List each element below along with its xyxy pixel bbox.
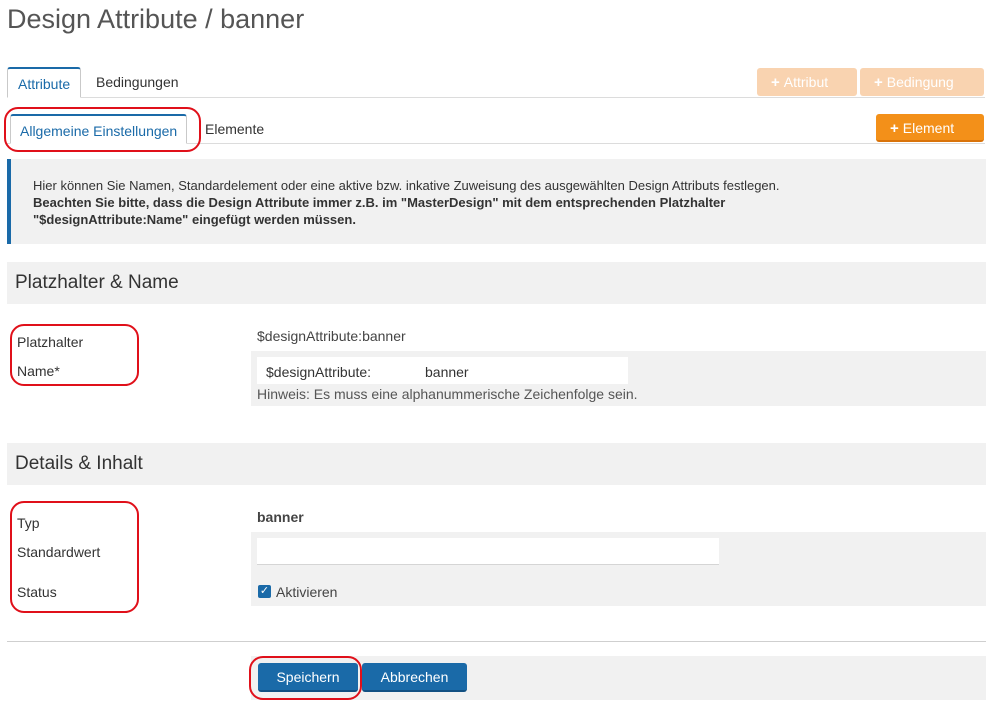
add-element-button[interactable]: + Element bbox=[876, 114, 984, 142]
add-element-label: Element bbox=[902, 120, 955, 136]
annotation-labels-highlight bbox=[10, 324, 139, 386]
section-platzhalter-name-header: Platzhalter & Name bbox=[7, 262, 986, 304]
annotation-subtab-highlight bbox=[4, 107, 201, 152]
section-details-inhalt-header: Details & Inhalt bbox=[7, 443, 986, 485]
add-attribut-button[interactable]: + Attribut bbox=[757, 68, 857, 96]
info-line-3: "$designAttribute:Name" eingefügt werden… bbox=[33, 212, 356, 227]
page-title: Design Attribute / banner bbox=[7, 4, 305, 34]
add-attribut-label: Attribut bbox=[783, 74, 829, 90]
status-checkbox[interactable]: ✓ bbox=[258, 585, 271, 598]
placeholder-value: $designAttribute:banner bbox=[257, 328, 406, 344]
annotation-details-labels-highlight bbox=[10, 501, 139, 613]
plus-icon: + bbox=[771, 74, 780, 91]
name-prefix: $designAttribute: bbox=[266, 364, 372, 380]
tabs-divider bbox=[7, 97, 985, 98]
add-bedingung-button[interactable]: + Bedingung bbox=[860, 68, 984, 96]
plus-icon: + bbox=[874, 74, 883, 91]
status-checkbox-label: Aktivieren bbox=[276, 584, 338, 600]
footer-divider bbox=[7, 641, 986, 642]
check-icon: ✓ bbox=[259, 585, 270, 597]
info-line-2: Beachten Sie bitte, dass die Design Attr… bbox=[33, 195, 726, 210]
plus-icon: + bbox=[890, 120, 899, 137]
name-hint: Hinweis: Es muss eine alphanummerische Z… bbox=[257, 386, 638, 402]
typ-value: banner bbox=[257, 509, 304, 525]
name-value: banner bbox=[425, 364, 469, 380]
name-field[interactable]: $designAttribute: banner bbox=[257, 357, 628, 384]
cancel-button[interactable]: Abbrechen bbox=[362, 663, 467, 692]
add-bedingung-label: Bedingung bbox=[886, 74, 954, 90]
tab-attribute[interactable]: Attribute bbox=[7, 67, 82, 98]
tab-bedingungen[interactable]: Bedingungen bbox=[86, 67, 189, 97]
subtab-elemente[interactable]: Elemente bbox=[196, 114, 273, 144]
info-line-1: Hier können Sie Namen, Standardelement o… bbox=[33, 178, 780, 193]
annotation-save-highlight bbox=[249, 656, 362, 700]
info-box: Hier können Sie Namen, Standardelement o… bbox=[7, 159, 986, 244]
standardwert-field[interactable] bbox=[257, 538, 719, 565]
